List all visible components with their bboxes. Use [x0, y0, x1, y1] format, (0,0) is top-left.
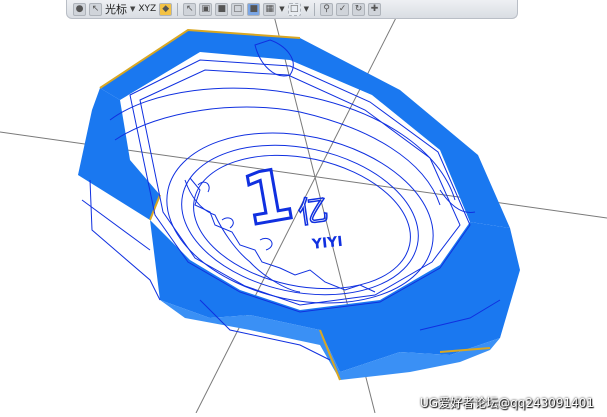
select-arrow-icon[interactable]: ↖: [89, 2, 102, 16]
lock-icon[interactable]: ●: [73, 2, 86, 16]
check-icon[interactable]: ✓: [336, 2, 350, 16]
chevron-down-icon[interactable]: ▼: [130, 5, 135, 13]
cube-shaded-icon[interactable]: ■: [215, 2, 229, 16]
csys-selector[interactable]: XYZ: [138, 4, 156, 14]
selection-filter[interactable]: 光标: [105, 1, 127, 17]
view-toolbar: ● ↖ 光标 ▼ XYZ ◆ ↖ ▣ ■ □ ■ ▦ ▼ □ ▼ ⚲ ✓ ↻ ✚: [66, 0, 518, 19]
chevron-down-icon[interactable]: ▼: [304, 5, 309, 13]
chevron-down-icon[interactable]: ▼: [279, 5, 284, 13]
model-canvas: 1 亿 YIYI: [0, 0, 607, 414]
watermark-text: UG爱好者论坛@qq243091401: [420, 396, 595, 410]
layer-icon[interactable]: ▦: [263, 2, 277, 16]
box-select-icon[interactable]: □: [287, 2, 301, 16]
toolbar-divider: [177, 2, 179, 16]
pan-icon[interactable]: ✚: [368, 2, 382, 16]
toolbar-divider: [314, 2, 316, 16]
zoom-icon[interactable]: ⚲: [320, 2, 334, 16]
emboss-char: 亿: [296, 193, 331, 232]
emboss-logo: 1 亿 YIYI: [235, 151, 343, 253]
cube-wire-icon[interactable]: □: [231, 2, 245, 16]
snap-point-icon[interactable]: ◆: [159, 2, 173, 16]
emboss-text: YIYI: [310, 234, 343, 253]
cube-icon[interactable]: ▣: [199, 2, 213, 16]
shaded-edges-icon[interactable]: ■: [247, 2, 261, 16]
select-cursor-icon[interactable]: ↖: [183, 2, 197, 16]
rotate-icon[interactable]: ↻: [352, 2, 366, 16]
graphics-viewport[interactable]: 1 亿 YIYI ● ↖ 光标 ▼ XYZ ◆ ↖ ▣ ■ □ ■ ▦ ▼ □ …: [0, 0, 607, 414]
emboss-number: 1: [237, 153, 299, 242]
